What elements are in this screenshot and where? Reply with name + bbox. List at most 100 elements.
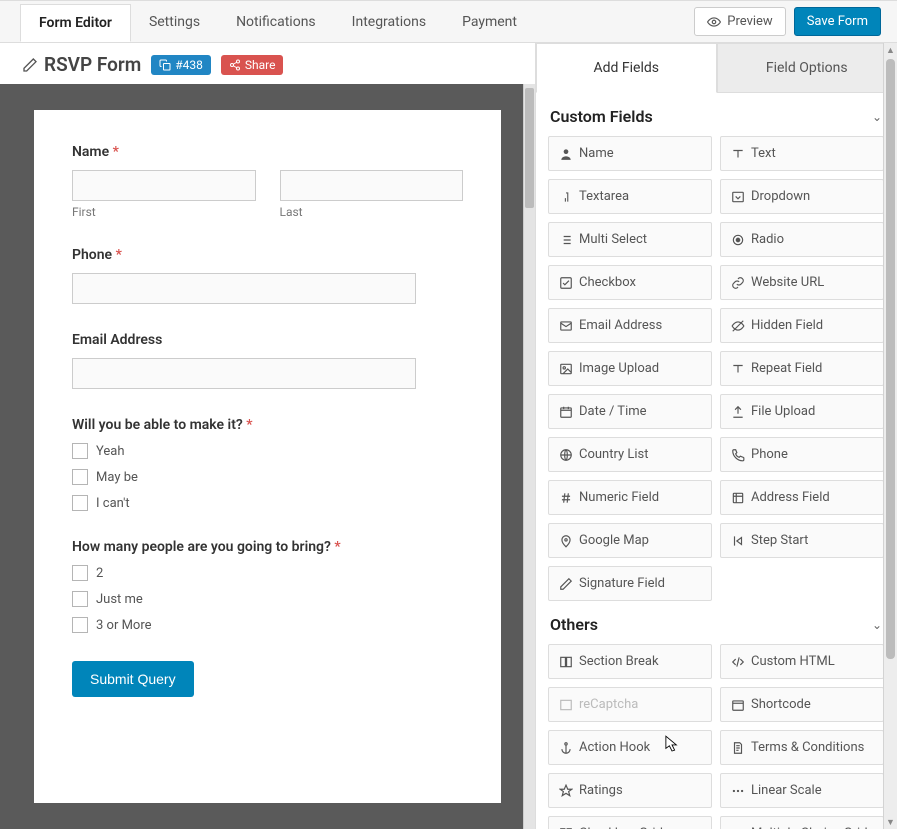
field-item-numeric[interactable]: Numeric Field — [548, 480, 712, 515]
field-item-label: Ratings — [579, 783, 623, 798]
scrollbar-arrow-down-icon[interactable]: ▼ — [884, 815, 897, 829]
list-icon — [559, 233, 573, 247]
attend-option[interactable]: Yeah — [72, 443, 463, 459]
field-item-checkbox[interactable]: Checkbox — [548, 265, 712, 300]
eye-off-icon — [731, 319, 745, 333]
form-header: RSVP Form #438 Share — [0, 43, 535, 84]
tab-add-fields[interactable]: Add Fields — [536, 43, 717, 93]
field-item-label: File Upload — [751, 404, 815, 419]
field-item-label: Linear Scale — [751, 783, 822, 798]
field-email: Email Address — [72, 332, 463, 389]
canvas-scrollbar[interactable] — [523, 84, 535, 829]
field-item-google-map[interactable]: Google Map — [548, 523, 712, 558]
form-title-text: RSVP Form — [44, 53, 141, 76]
preview-label: Preview — [727, 14, 772, 29]
tab-field-options[interactable]: Field Options — [717, 43, 897, 93]
field-item-label: Numeric Field — [579, 490, 659, 505]
tab-notifications[interactable]: Notifications — [218, 4, 334, 42]
field-item-email[interactable]: Email Address — [548, 308, 712, 343]
tab-integrations[interactable]: Integrations — [334, 4, 444, 42]
people-label: How many people are you going to bring? — [72, 539, 331, 555]
people-option[interactable]: Just me — [72, 591, 463, 607]
field-item-shortcode[interactable]: Shortcode — [720, 687, 884, 722]
check-icon — [559, 276, 573, 290]
field-item-checkbox-grid[interactable]: Checkbox Grid — [548, 816, 712, 829]
required-asterisk: * — [116, 247, 122, 263]
attend-option[interactable]: May be — [72, 469, 463, 485]
field-item-linear-scale[interactable]: Linear Scale — [720, 773, 884, 808]
pin-icon — [559, 534, 573, 548]
chevron-down-icon: ⌄ — [872, 110, 882, 124]
calendar-icon — [731, 698, 745, 712]
field-item-file-upload[interactable]: File Upload — [720, 394, 884, 429]
first-name-input[interactable] — [72, 170, 256, 201]
field-item-textarea[interactable]: Textarea — [548, 179, 712, 214]
field-item-step-start[interactable]: Step Start — [720, 523, 884, 558]
tab-form-editor[interactable]: Form Editor — [20, 4, 131, 42]
section-others-header[interactable]: Others ⌄ — [548, 601, 884, 644]
field-item-label: Multi Select — [579, 232, 647, 247]
palette-scrollbar[interactable]: ▲ ▼ — [883, 43, 897, 829]
people-option[interactable]: 3 or More — [72, 617, 463, 633]
field-item-terms[interactable]: Terms & Conditions — [720, 730, 884, 765]
submit-button[interactable]: Submit Query — [72, 661, 194, 697]
field-item-custom-html[interactable]: Custom HTML — [720, 644, 884, 679]
last-sublabel: Last — [280, 205, 464, 219]
option-label: Just me — [96, 592, 143, 607]
field-item-label: Section Break — [579, 654, 659, 669]
field-item-hidden[interactable]: Hidden Field — [720, 308, 884, 343]
attend-label: Will you be able to make it? — [72, 417, 243, 433]
preview-button[interactable]: Preview — [694, 7, 785, 36]
field-item-text[interactable]: Text — [720, 136, 884, 171]
field-item-action-hook[interactable]: Action Hook — [548, 730, 712, 765]
attend-option[interactable]: I can't — [72, 495, 463, 511]
field-item-phone[interactable]: Phone — [720, 437, 884, 472]
upload-icon — [731, 405, 745, 419]
field-item-ratings[interactable]: Ratings — [548, 773, 712, 808]
field-item-radio[interactable]: Radio — [720, 222, 884, 257]
globe-icon — [559, 448, 573, 462]
form-id-chip[interactable]: #438 — [151, 55, 211, 75]
phone-input[interactable] — [72, 273, 416, 304]
field-item-repeat[interactable]: Repeat Field — [720, 351, 884, 386]
form-canvas-scroll[interactable]: Name * First Last Phone * — [0, 84, 535, 829]
field-item-dropdown[interactable]: Dropdown — [720, 179, 884, 214]
text-icon — [731, 147, 745, 161]
people-option[interactable]: 2 — [72, 565, 463, 581]
field-item-country[interactable]: Country List — [548, 437, 712, 472]
star-icon — [559, 784, 573, 798]
required-asterisk: * — [334, 539, 340, 555]
last-name-input[interactable] — [280, 170, 464, 201]
field-item-address[interactable]: Address Field — [720, 480, 884, 515]
section-custom-fields-header[interactable]: Custom Fields ⌄ — [548, 93, 884, 136]
columns-icon — [559, 655, 573, 669]
form-id-text: #438 — [175, 58, 203, 72]
tab-settings[interactable]: Settings — [131, 4, 218, 42]
field-item-label: reCaptcha — [579, 697, 638, 712]
field-item-recaptcha[interactable]: reCaptcha — [548, 687, 712, 722]
field-item-multiple-choice-grid[interactable]: Multiple Choice Grid — [720, 816, 884, 829]
field-item-signature[interactable]: Signature Field — [548, 566, 712, 601]
scrollbar-arrow-up-icon[interactable]: ▲ — [884, 43, 897, 57]
field-item-label: Radio — [751, 232, 784, 247]
paragraph-icon — [559, 190, 573, 204]
email-input[interactable] — [72, 358, 416, 389]
pencil-icon — [22, 57, 38, 73]
field-item-image-upload[interactable]: Image Upload — [548, 351, 712, 386]
signature-icon — [559, 577, 573, 591]
share-chip[interactable]: Share — [221, 55, 284, 75]
field-item-label: Dropdown — [751, 189, 810, 204]
tab-payment[interactable]: Payment — [444, 4, 535, 42]
field-item-multiselect[interactable]: Multi Select — [548, 222, 712, 257]
field-item-label: Step Start — [751, 533, 808, 548]
phone-icon — [731, 448, 745, 462]
field-item-label: Textarea — [579, 189, 629, 204]
share-text: Share — [245, 58, 276, 72]
option-label: I can't — [96, 496, 130, 511]
save-form-button[interactable]: Save Form — [794, 7, 881, 36]
field-item-url[interactable]: Website URL — [720, 265, 884, 300]
field-item-name[interactable]: Name — [548, 136, 712, 171]
checkbox-icon — [72, 565, 88, 581]
field-item-datetime[interactable]: Date / Time — [548, 394, 712, 429]
field-item-section-break[interactable]: Section Break — [548, 644, 712, 679]
